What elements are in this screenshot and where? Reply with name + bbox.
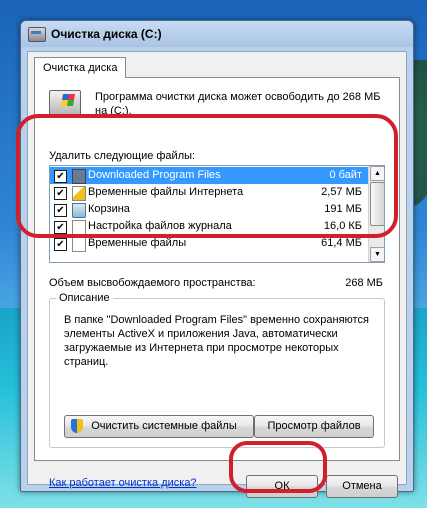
list-item[interactable]: ✔ Настройка файлов журнала 16,0 КБ xyxy=(50,218,368,235)
file-name: Корзина xyxy=(88,203,130,215)
disk-cleanup-dialog: Очистка диска (C:) Очистка диска Програм… xyxy=(20,20,414,498)
disk-cleanup-icon xyxy=(28,27,46,42)
description-group: Описание В папке "Downloaded Program Fil… xyxy=(49,292,385,448)
file-size: 0 байт xyxy=(329,169,362,181)
scroll-up-icon[interactable]: ▲ xyxy=(370,166,384,181)
title-bar[interactable]: Очистка диска (C:) xyxy=(21,21,413,47)
help-link[interactable]: Как работает очистка диска? xyxy=(49,477,197,489)
file-name: Временные файлы Интернета xyxy=(88,186,244,198)
checkbox[interactable]: ✔ xyxy=(54,204,67,217)
file-size: 2,57 МБ xyxy=(321,186,362,198)
list-item[interactable]: ✔ Корзина 191 МБ xyxy=(50,201,368,218)
clean-system-files-button[interactable]: Очистить системные файлы xyxy=(64,415,254,438)
list-item[interactable]: ✔ Временные файлы 61,4 МБ xyxy=(50,235,368,252)
computer-icon xyxy=(49,90,81,116)
list-item[interactable]: ✔ Downloaded Program Files 0 байт xyxy=(50,167,368,184)
recycle-bin-icon xyxy=(72,203,86,218)
file-name: Временные файлы xyxy=(88,237,187,249)
file-size: 191 МБ xyxy=(324,203,362,215)
cancel-button[interactable]: Отмена xyxy=(326,475,398,498)
folder-icon xyxy=(72,169,86,184)
document-icon xyxy=(72,220,86,235)
list-item[interactable]: ✔ Временные файлы Интернета 2,57 МБ xyxy=(50,184,368,201)
files-list[interactable]: ✔ Downloaded Program Files 0 байт ✔ Врем… xyxy=(49,165,385,263)
scroll-down-icon[interactable]: ▼ xyxy=(370,247,384,262)
file-name: Downloaded Program Files xyxy=(88,169,221,181)
tab-disk-cleanup[interactable]: Очистка диска xyxy=(34,57,127,78)
uac-shield-icon xyxy=(71,419,83,433)
document-icon xyxy=(72,237,86,252)
file-size: 16,0 КБ xyxy=(323,220,362,232)
space-value: 268 МБ xyxy=(345,277,383,289)
checkbox[interactable]: ✔ xyxy=(54,238,67,251)
checkbox[interactable]: ✔ xyxy=(54,187,67,200)
view-files-button[interactable]: Просмотр файлов xyxy=(254,415,374,438)
description-legend: Описание xyxy=(56,292,113,304)
file-size: 61,4 МБ xyxy=(321,237,362,249)
tab-pane: Программа очистки диска может освободить… xyxy=(34,77,400,489)
dialog-body: Очистка диска Программа очистки диска мо… xyxy=(27,51,407,498)
clean-system-files-label: Очистить системные файлы xyxy=(91,420,237,432)
ok-button[interactable]: ОК xyxy=(246,475,318,498)
intro-text: Программа очистки диска может освободить… xyxy=(95,91,381,117)
checkbox[interactable]: ✔ xyxy=(54,170,67,183)
space-label: Объем высвобождаемого пространства: xyxy=(49,277,256,289)
file-name: Настройка файлов журнала xyxy=(88,220,232,232)
window-title: Очистка диска (C:) xyxy=(51,27,162,41)
description-text: В папке "Downloaded Program Files" време… xyxy=(64,314,369,368)
list-scrollbar[interactable]: ▲ ▼ xyxy=(368,166,384,262)
scroll-thumb[interactable] xyxy=(370,182,384,226)
internet-files-icon xyxy=(72,186,86,201)
files-caption: Удалить следующие файлы: xyxy=(49,150,196,162)
checkbox[interactable]: ✔ xyxy=(54,221,67,234)
